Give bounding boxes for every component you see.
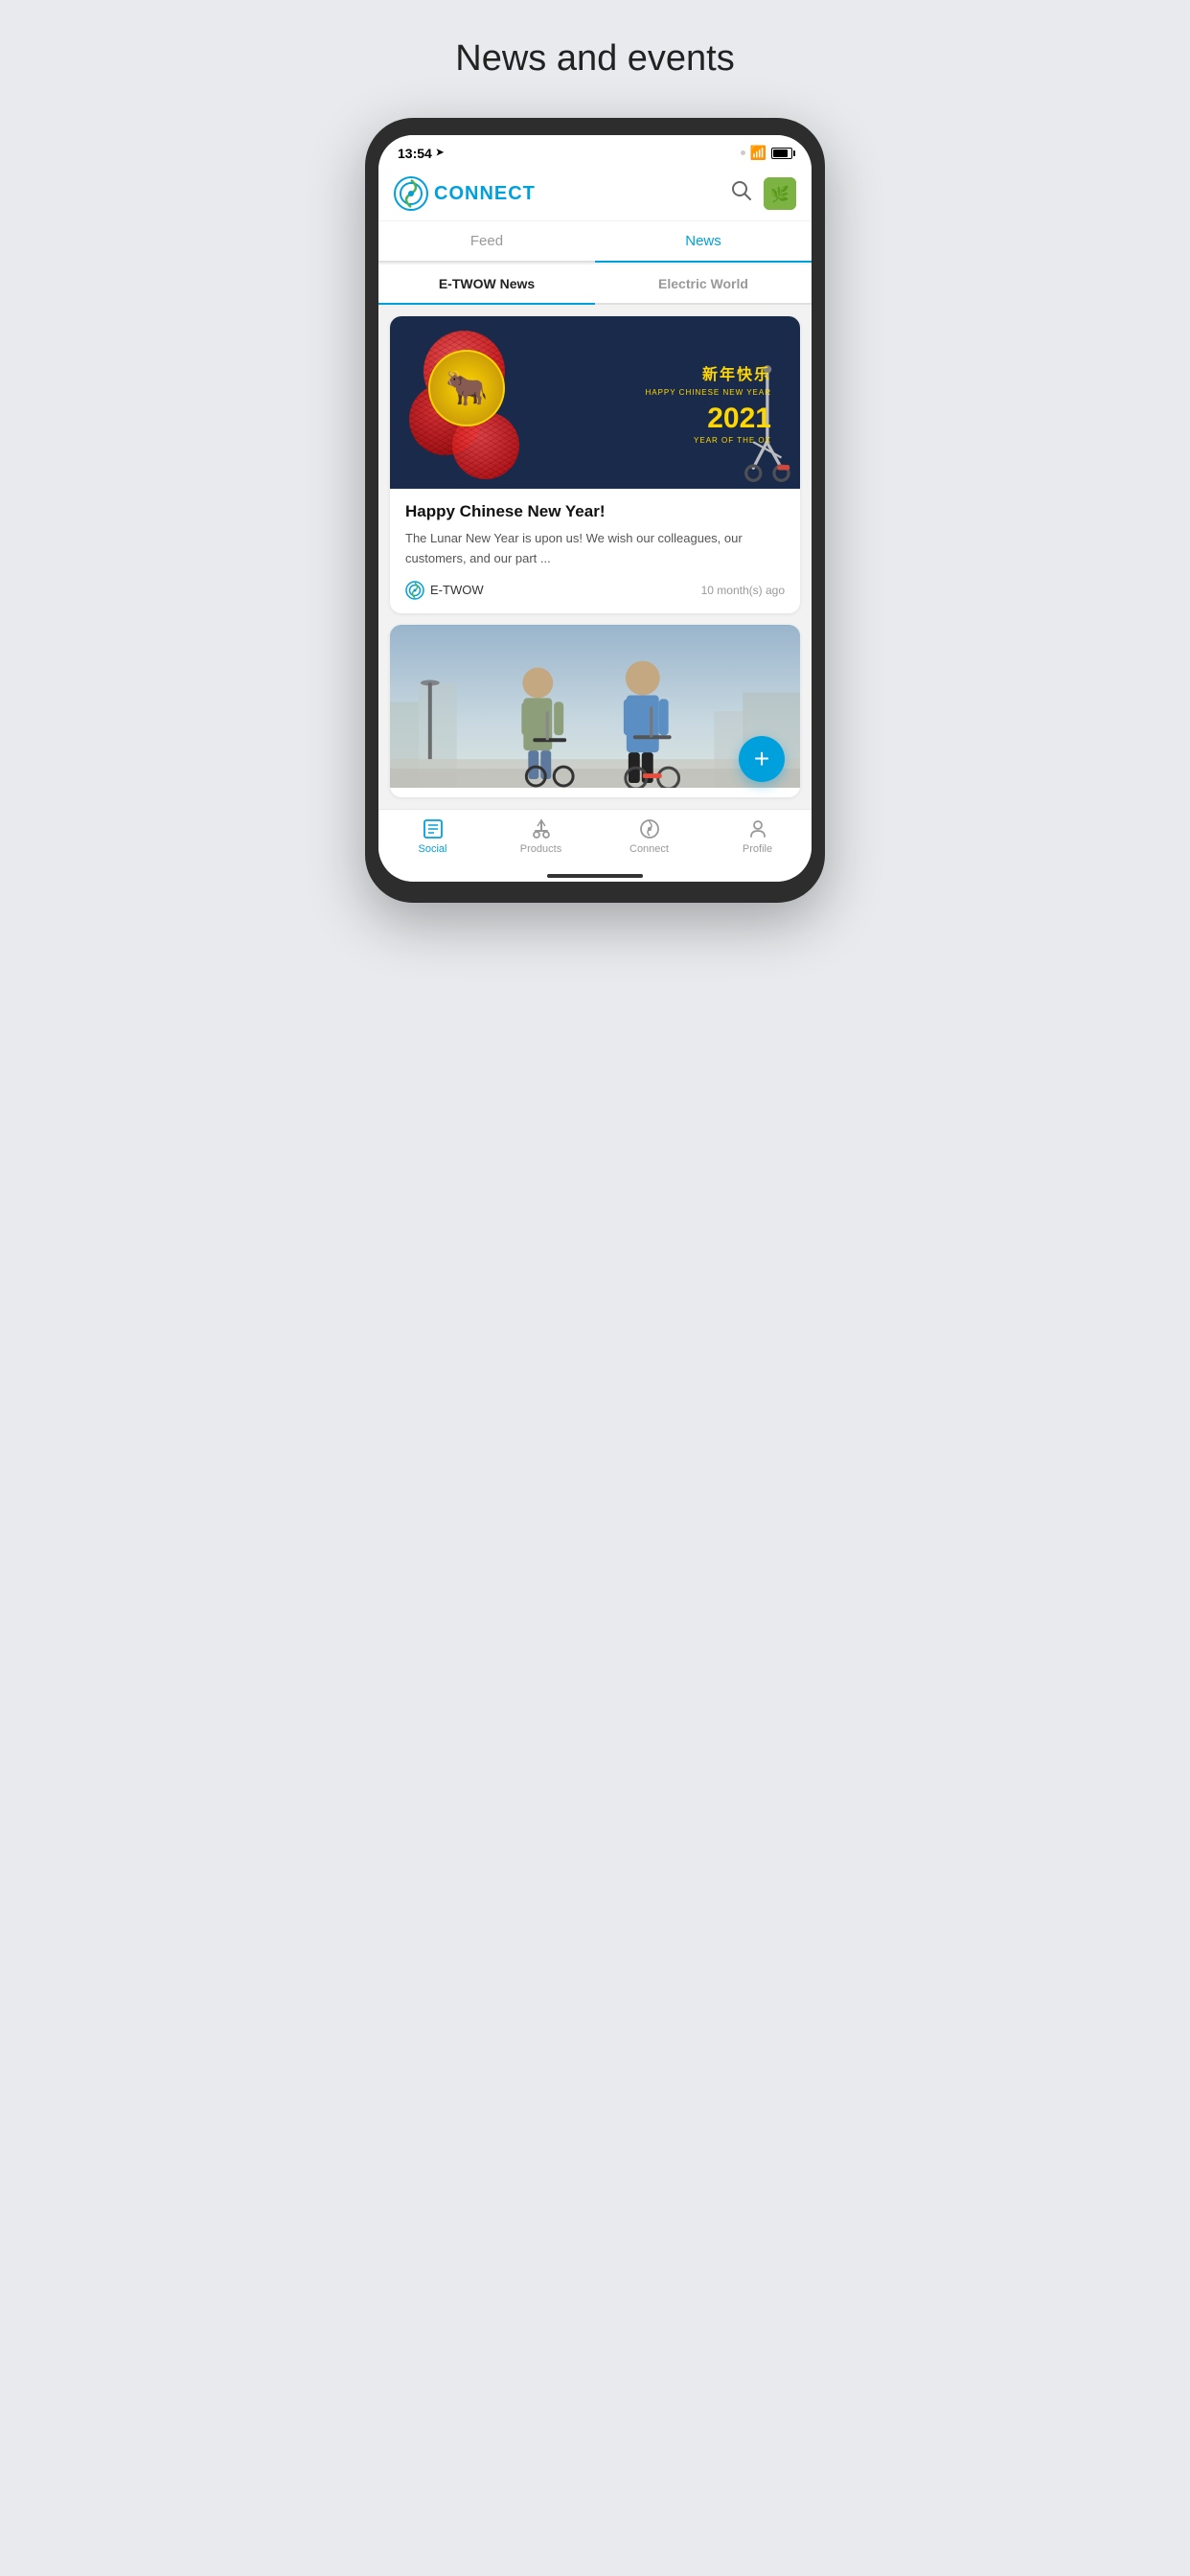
dot-icon	[741, 150, 745, 155]
profile-icon	[746, 817, 769, 840]
bottom-nav: Social Products	[378, 809, 812, 868]
tab-news[interactable]: News	[595, 221, 812, 261]
products-icon	[530, 817, 553, 840]
sub-tabs: E-TWOW News Electric World	[378, 264, 812, 305]
nav-label-connect: Connect	[629, 843, 669, 855]
home-indicator	[378, 868, 812, 882]
battery-fill	[773, 150, 788, 157]
app-header: CONNECT 🌿	[378, 167, 812, 221]
status-bar: 13:54 ➤ 📶	[378, 135, 812, 167]
social-icon	[422, 817, 445, 840]
nav-label-products: Products	[520, 843, 561, 855]
wifi-icon: 📶	[750, 145, 767, 161]
phone-frame: 13:54 ➤ 📶	[365, 118, 825, 903]
card-excerpt-cny: The Lunar New Year is upon us! We wish o…	[405, 529, 785, 569]
nav-item-products[interactable]: Products	[487, 817, 595, 855]
tab-etwow-news[interactable]: E-TWOW News	[378, 264, 595, 303]
nav-label-profile: Profile	[743, 843, 772, 855]
navigation-icon: ➤	[436, 148, 444, 158]
card-meta-cny: E-TWOW 10 month(s) ago	[405, 581, 785, 600]
page-title: News and events	[455, 38, 735, 80]
status-icons: 📶	[741, 145, 792, 161]
news-card-cny[interactable]: 🐂 新年快乐 HAPPY CHINESE NEW YEAR 2021 YEAR …	[390, 316, 800, 613]
fab-button[interactable]: +	[739, 736, 785, 782]
content-area: 🐂 新年快乐 HAPPY CHINESE NEW YEAR 2021 YEAR …	[378, 305, 812, 809]
card-image-cny: 🐂 新年快乐 HAPPY CHINESE NEW YEAR 2021 YEAR …	[390, 316, 800, 489]
cny-chinese-text: 新年快乐	[702, 361, 771, 384]
nav-item-social[interactable]: Social	[378, 817, 487, 855]
header-actions: 🌿	[731, 177, 796, 210]
logo-text: CONNECT	[434, 183, 536, 205]
battery-icon	[771, 148, 792, 159]
tab-feed[interactable]: Feed	[378, 221, 595, 261]
nav-item-connect[interactable]: Connect	[595, 817, 703, 855]
connect-icon	[638, 817, 661, 840]
main-tabs: Feed News	[378, 221, 812, 263]
nav-label-social: Social	[419, 843, 447, 855]
home-bar	[547, 874, 643, 878]
card-time-cny: 10 month(s) ago	[701, 584, 785, 597]
source-logo-icon	[405, 581, 424, 600]
search-button[interactable]	[731, 180, 752, 207]
cny-english-text: HAPPY CHINESE NEW YEAR	[645, 388, 771, 397]
cny-year: 2021	[707, 402, 771, 434]
card-source-cny: E-TWOW	[405, 581, 484, 600]
phone-screen: 13:54 ➤ 📶	[378, 135, 812, 882]
source-name-cny: E-TWOW	[430, 583, 484, 597]
svg-text:🌿: 🌿	[770, 185, 790, 203]
card-image-people	[390, 625, 800, 797]
news-card-people[interactable]: +	[390, 625, 800, 797]
card-content-cny: Happy Chinese New Year! The Lunar New Ye…	[390, 489, 800, 613]
card-title-cny: Happy Chinese New Year!	[405, 502, 785, 521]
logo-container: CONNECT	[394, 176, 536, 211]
logo-icon	[394, 176, 428, 211]
cny-year-sub: YEAR OF THE OX	[694, 436, 771, 445]
status-time: 13:54 ➤	[398, 146, 444, 161]
tab-electric-world[interactable]: Electric World	[595, 264, 812, 303]
page-wrapper: News and events 13:54 ➤ 📶	[327, 38, 863, 903]
avatar[interactable]: 🌿	[764, 177, 796, 210]
nav-item-profile[interactable]: Profile	[703, 817, 812, 855]
